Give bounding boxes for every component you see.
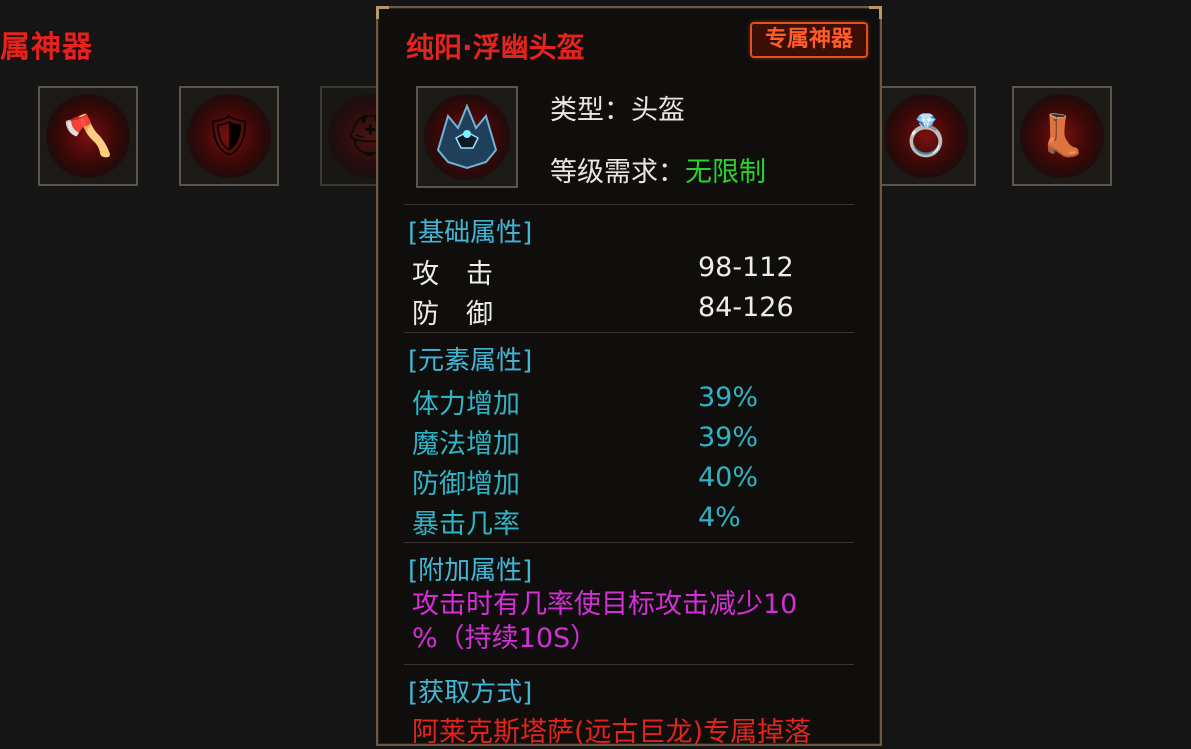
panel-corner — [376, 6, 389, 19]
extra-attribute-text-line1: 攻击时有几率使目标攻击减少10 — [412, 589, 798, 620]
attribute-value: 39% — [698, 422, 759, 453]
exclusive-artifact-badge: 专属神器 — [750, 22, 868, 58]
extra-attribute-text-line2: %（持续10S） — [412, 623, 598, 654]
divider — [404, 204, 854, 205]
attribute-name: 魔法增加 — [412, 429, 520, 460]
element-attributes-header: [元素属性] — [408, 346, 533, 376]
type-label: 类型： — [550, 95, 631, 126]
attribute-name: 防御增加 — [412, 469, 520, 500]
attribute-name: 攻 击 — [412, 259, 493, 290]
belt-icon: 💍 — [901, 113, 951, 159]
attribute-value: 98-112 — [698, 252, 794, 283]
attribute-name: 防 御 — [412, 299, 493, 330]
equipment-slot-armor[interactable]: 🛡 — [179, 86, 279, 186]
weapon-icon: 🪓 — [63, 113, 113, 159]
level-label: 等级需求： — [550, 157, 685, 188]
equipment-slot-boots[interactable]: 👢 — [1012, 86, 1112, 186]
basic-attributes-header: [基础属性] — [408, 218, 533, 248]
attribute-name: 体力增加 — [412, 389, 520, 420]
divider — [404, 542, 854, 543]
boots-icon: 👢 — [1037, 113, 1087, 159]
extra-attributes-header: [附加属性] — [408, 556, 533, 586]
source-text: 阿莱克斯塔萨(远古巨龙)专属掉落 — [412, 717, 812, 748]
type-value: 头盔 — [631, 95, 685, 126]
equipment-slot-weapon[interactable]: 🪓 — [38, 86, 138, 186]
section-title: 属神器 — [0, 30, 93, 65]
item-tooltip: 纯阳·浮幽头盔 专属神器 类型：头盔 等级需求：无限制 [基础属性] 攻 击 9… — [376, 6, 882, 748]
item-type: 类型：头盔 — [550, 88, 685, 127]
attribute-value: 39% — [698, 382, 759, 413]
attribute-value: 84-126 — [698, 292, 794, 323]
divider — [404, 332, 854, 333]
attribute-name: 暴击几率 — [412, 509, 520, 540]
armor-icon: 🛡 — [203, 113, 255, 159]
level-value: 无限制 — [685, 157, 766, 188]
level-requirement: 等级需求：无限制 — [550, 150, 766, 189]
item-name: 纯阳·浮幽头盔 — [406, 31, 585, 64]
divider — [404, 664, 854, 665]
attribute-value: 4% — [698, 502, 741, 533]
equipment-slot-belt[interactable]: 💍 — [876, 86, 976, 186]
helmet-icon — [436, 103, 498, 170]
source-header: [获取方式] — [408, 678, 533, 708]
item-icon-frame — [416, 86, 518, 188]
panel-corner — [869, 6, 882, 19]
attribute-value: 40% — [698, 462, 759, 493]
